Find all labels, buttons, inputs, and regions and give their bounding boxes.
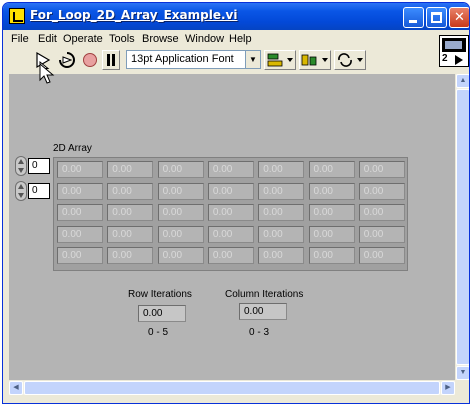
array-cell[interactable]: 0.00 [207,161,254,178]
align-objects-button[interactable] [264,50,296,70]
window-title: For_Loop_2D_Array_Example.vi [30,8,238,22]
menu-edit[interactable]: Edit [38,33,57,45]
vi-icon-number: 2 [442,53,448,64]
menu-bar: File Edit Operate Tools Browse Window He… [3,30,469,48]
reorder-icon [338,53,363,67]
column-iterations-range: 0 - 3 [249,327,270,338]
maximize-button[interactable] [426,7,447,28]
array-cell[interactable]: 0.00 [207,225,254,243]
run-continuously-button[interactable] [57,50,77,70]
scroll-up-icon[interactable]: ▲ [456,74,469,88]
vertical-scroll-thumb[interactable] [456,89,469,365]
array-cell[interactable]: 0.00 [308,225,355,243]
column-iterations-label: Column Iterations [225,289,304,300]
maximize-icon [431,12,442,23]
array-cell[interactable]: 0.00 [57,247,103,264]
scroll-left-icon[interactable]: ◀ [9,381,23,395]
minimize-button[interactable] [403,7,424,28]
font-select[interactable]: 13pt Application Font ▼ [126,50,261,69]
array-cell[interactable]: 0.00 [358,225,405,243]
array-cell[interactable]: 0.00 [157,182,204,200]
array-cell[interactable]: 0.00 [207,182,254,200]
array-cell[interactable]: 0.00 [107,204,154,221]
menu-operate[interactable]: Operate [63,33,103,45]
array-cell[interactable]: 0.00 [157,161,204,178]
array-cell[interactable]: 0.00 [107,161,154,178]
row-index-input[interactable]: 0 [28,158,50,174]
array-cell[interactable]: 0.00 [258,204,305,221]
vertical-scrollbar[interactable]: ▲ ▼ [456,74,469,380]
mouse-cursor-icon [39,63,55,84]
horizontal-scrollbar[interactable]: ◀ ▶ [9,381,455,395]
array-cell[interactable]: 0.00 [107,182,154,200]
array-cell[interactable]: 0.00 [308,161,355,178]
array-cell[interactable]: 0.00 [358,247,405,264]
font-select-value: 13pt Application Font [131,53,234,65]
horizontal-scroll-thumb[interactable] [24,381,440,395]
array-cell[interactable]: 0.00 [258,182,305,200]
menu-tools[interactable]: Tools [109,33,135,45]
menu-browse[interactable]: Browse [142,33,179,45]
vi-arrow-icon [455,55,463,65]
resize-corner[interactable] [456,381,469,395]
array-cell[interactable]: 0.00 [157,225,204,243]
row-iterations-label: Row Iterations [128,289,192,300]
minimize-icon [409,20,417,23]
array-cell[interactable]: 0.00 [308,247,355,264]
labview-vi-icon[interactable] [9,8,25,24]
toolbar: 13pt Application Font ▼ [3,48,469,75]
array-cell[interactable]: 0.00 [57,161,103,178]
array-cell[interactable]: 0.00 [207,247,254,264]
pause-button[interactable] [102,50,120,70]
array-cell[interactable]: 0.00 [258,225,305,243]
close-button[interactable]: ✕ [449,7,469,28]
abort-button[interactable] [81,50,99,70]
title-bar[interactable]: For_Loop_2D_Array_Example.vi ✕ [3,3,469,30]
array-cell[interactable]: 0.00 [57,182,103,200]
scroll-right-icon[interactable]: ▶ [441,381,455,395]
menu-window[interactable]: Window [185,33,224,45]
array-cell[interactable]: 0.00 [258,247,305,264]
menu-file[interactable]: File [11,33,29,45]
chevron-down-icon: ▼ [245,51,260,68]
distribute-objects-icon [301,54,328,66]
column-index-input[interactable]: 0 [28,183,50,199]
row-iterations-range: 0 - 5 [148,327,169,338]
array-cell[interactable]: 0.00 [107,247,154,264]
align-objects-icon [267,53,293,67]
vi-screen-icon [442,38,466,52]
scroll-down-icon[interactable]: ▼ [456,366,469,380]
array-cell[interactable]: 0.00 [107,225,154,243]
array-cell[interactable]: 0.00 [157,204,204,221]
close-icon: ✕ [454,10,465,25]
array-label: 2D Array [53,143,92,154]
vi-window: For_Loop_2D_Array_Example.vi ✕ File Edit… [2,2,470,404]
array-cell[interactable]: 0.00 [57,225,103,243]
array-2d[interactable]: 0.00 0.00 0.00 0.00 0.00 0.00 0.00 0.00 0.00 0.00… [53,157,408,271]
abort-icon [83,53,97,67]
row-index-spinner[interactable] [15,156,27,176]
array-cell[interactable]: 0.00 [258,161,305,178]
array-cell[interactable]: 0.00 [358,182,405,200]
column-iterations-indicator: 0.00 [239,303,287,320]
array-cell[interactable]: 0.00 [308,182,355,200]
distribute-objects-button[interactable] [299,50,331,70]
row-iterations-indicator: 0.00 [138,305,186,322]
array-cell[interactable]: 0.00 [207,204,254,221]
array-cell[interactable]: 0.00 [308,204,355,221]
vi-connector-icon[interactable]: 2 [439,35,469,67]
column-index-spinner[interactable] [15,181,27,201]
menu-help[interactable]: Help [229,33,252,45]
reorder-button[interactable] [334,50,366,70]
array-cell[interactable]: 0.00 [358,161,405,178]
array-cell[interactable]: 0.00 [57,204,103,221]
array-cell[interactable]: 0.00 [358,204,405,221]
pause-icon [107,54,115,66]
array-cell[interactable]: 0.00 [157,247,204,264]
run-continuously-icon [59,52,75,68]
